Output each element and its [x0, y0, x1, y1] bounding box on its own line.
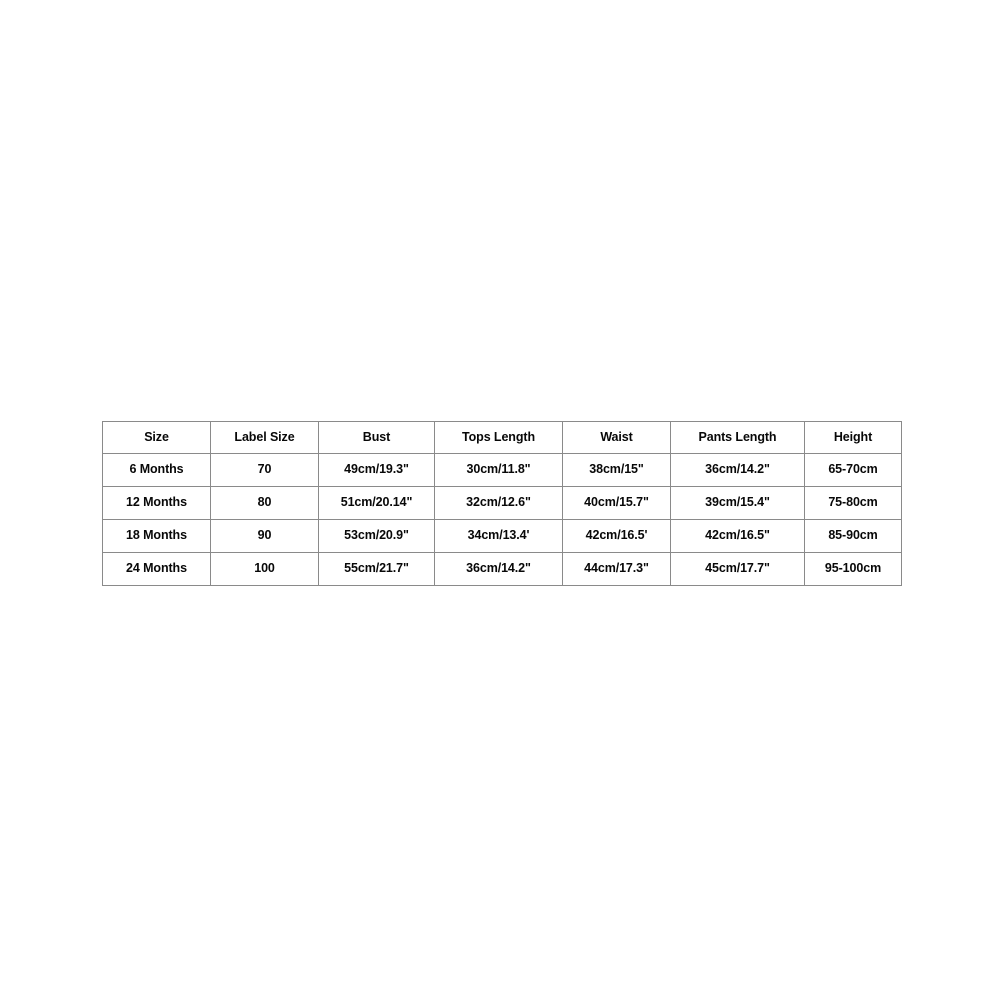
cell-tops-length: 36cm/14.2": [434, 552, 563, 586]
table-row: 24 Months 100 55cm/21.7" 36cm/14.2" 44cm…: [102, 552, 902, 586]
cell-pants-length: 45cm/17.7": [670, 552, 805, 586]
table-row: 18 Months 90 53cm/20.9" 34cm/13.4' 42cm/…: [102, 519, 902, 553]
cell-bust: 51cm/20.14": [318, 486, 435, 520]
table-header-row: Size Label Size Bust Tops Length Waist P…: [102, 421, 902, 454]
cell-size: 18 Months: [102, 519, 211, 553]
cell-height: 85-90cm: [804, 519, 902, 553]
cell-label-size: 70: [210, 453, 319, 487]
column-header-bust: Bust: [318, 421, 435, 454]
column-header-size: Size: [102, 421, 211, 454]
cell-height: 65-70cm: [804, 453, 902, 487]
cell-label-size: 90: [210, 519, 319, 553]
cell-bust: 55cm/21.7": [318, 552, 435, 586]
table-body: 6 Months 70 49cm/19.3" 30cm/11.8" 38cm/1…: [102, 453, 902, 586]
cell-pants-length: 39cm/15.4": [670, 486, 805, 520]
cell-label-size: 80: [210, 486, 319, 520]
cell-label-size: 100: [210, 552, 319, 586]
cell-size: 12 Months: [102, 486, 211, 520]
cell-size: 24 Months: [102, 552, 211, 586]
cell-height: 95-100cm: [804, 552, 902, 586]
cell-bust: 49cm/19.3": [318, 453, 435, 487]
column-header-pants-length: Pants Length: [670, 421, 805, 454]
cell-tops-length: 34cm/13.4': [434, 519, 563, 553]
cell-tops-length: 30cm/11.8": [434, 453, 563, 487]
column-header-label-size: Label Size: [210, 421, 319, 454]
column-header-tops-length: Tops Length: [434, 421, 563, 454]
cell-waist: 44cm/17.3": [562, 552, 671, 586]
cell-pants-length: 36cm/14.2": [670, 453, 805, 487]
cell-waist: 38cm/15": [562, 453, 671, 487]
column-header-height: Height: [804, 421, 902, 454]
cell-size: 6 Months: [102, 453, 211, 487]
cell-waist: 40cm/15.7": [562, 486, 671, 520]
cell-pants-length: 42cm/16.5": [670, 519, 805, 553]
size-chart-container: Size Label Size Bust Tops Length Waist P…: [102, 421, 902, 586]
table-row: 6 Months 70 49cm/19.3" 30cm/11.8" 38cm/1…: [102, 453, 902, 487]
cell-height: 75-80cm: [804, 486, 902, 520]
table-header: Size Label Size Bust Tops Length Waist P…: [102, 421, 902, 454]
size-chart-table: Size Label Size Bust Tops Length Waist P…: [102, 421, 902, 586]
cell-tops-length: 32cm/12.6": [434, 486, 563, 520]
cell-bust: 53cm/20.9": [318, 519, 435, 553]
table-row: 12 Months 80 51cm/20.14" 32cm/12.6" 40cm…: [102, 486, 902, 520]
column-header-waist: Waist: [562, 421, 671, 454]
cell-waist: 42cm/16.5': [562, 519, 671, 553]
